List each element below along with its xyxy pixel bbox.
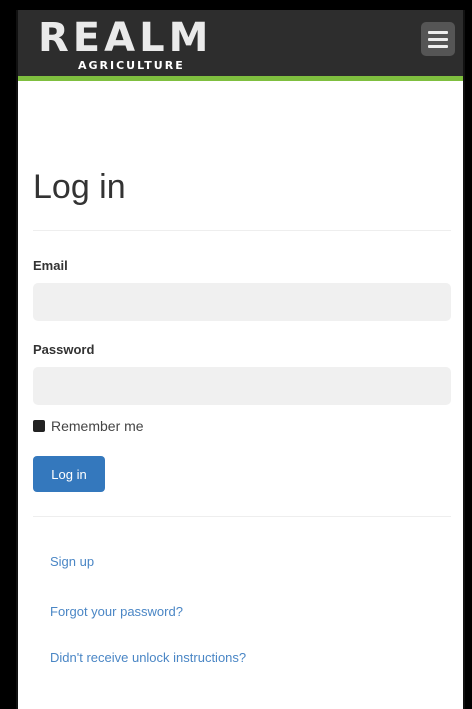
unlock-instructions-link[interactable]: Didn't receive unlock instructions? <box>50 650 246 665</box>
logo-subtitle: AGRICULTURE <box>78 59 185 72</box>
login-button[interactable]: Log in <box>33 456 105 492</box>
menu-bar-line <box>428 37 448 41</box>
page-title: Log in <box>33 168 126 206</box>
sign-up-link[interactable]: Sign up <box>50 554 94 569</box>
password-field[interactable] <box>33 367 451 405</box>
email-label: Email <box>33 258 68 273</box>
hamburger-menu-icon[interactable] <box>421 22 455 56</box>
remember-me-checkbox[interactable] <box>33 420 45 432</box>
email-field[interactable] <box>33 283 451 321</box>
password-label: Password <box>33 342 95 357</box>
form-divider <box>33 516 451 517</box>
phone-screen: REALM AGRICULTURE Log in Email Password … <box>16 10 465 709</box>
menu-bar-line <box>428 44 448 48</box>
logo-wordmark: REALM <box>38 15 213 61</box>
remember-me-label: Remember me <box>51 418 144 434</box>
top-navbar: REALM AGRICULTURE <box>18 10 463 81</box>
forgot-password-link[interactable]: Forgot your password? <box>50 604 183 619</box>
realm-agriculture-logo[interactable]: REALM AGRICULTURE <box>38 15 218 72</box>
remember-me-option[interactable]: Remember me <box>33 418 144 434</box>
menu-bar-line <box>428 30 448 34</box>
title-divider <box>33 230 451 231</box>
